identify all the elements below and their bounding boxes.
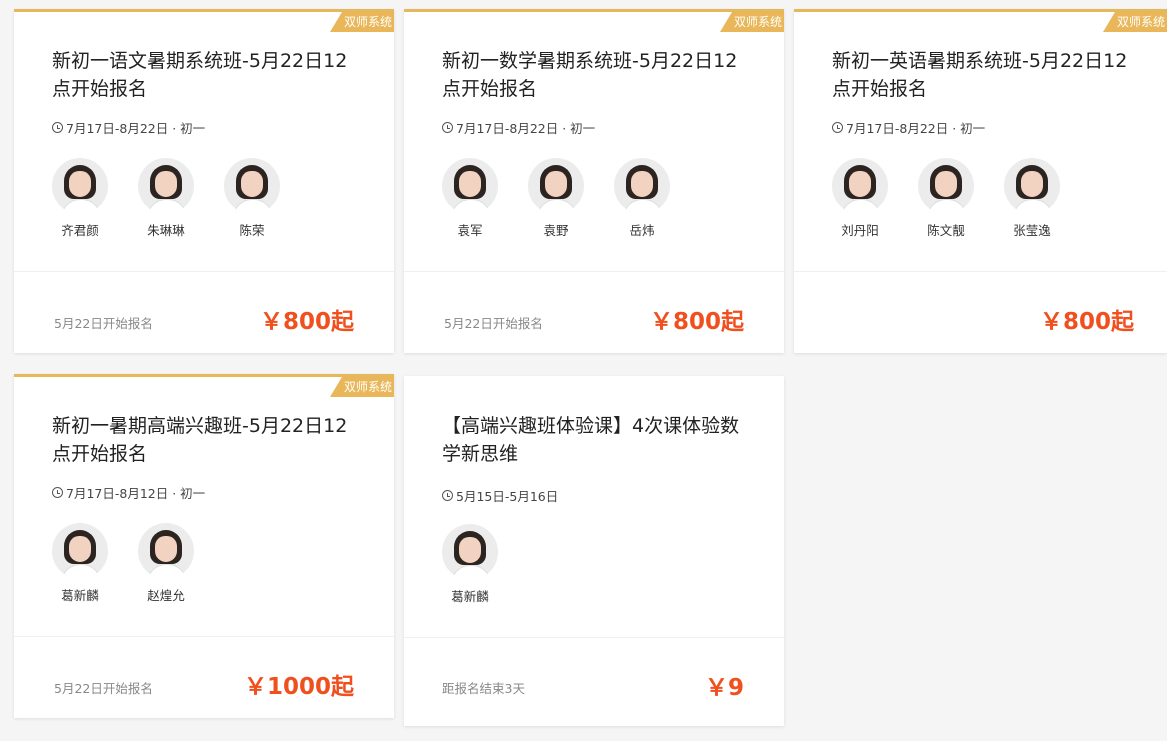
course-price: ￥800起 [1039,309,1134,335]
teacher-name: 袁军 [457,223,483,238]
card-divider [404,271,784,272]
course-date-grade: 7月17日-8月12日 · 初一 [66,486,206,501]
course-date-grade: 7月17日-8月22日 · 初一 [846,121,986,136]
clock-icon [52,487,63,498]
teacher[interactable]: 陈文靓 [918,158,974,239]
teacher-avatar [918,158,974,214]
teacher[interactable]: 朱琳琳 [138,158,194,239]
course-price: ￥800起 [649,309,744,335]
teacher-avatar [442,158,498,214]
teacher-name: 赵煌允 [147,588,185,603]
teacher-name: 朱琳琳 [147,223,185,238]
teacher-avatar [138,523,194,579]
card-divider [404,637,784,638]
course-date: 5月15日-5月16日 [456,489,559,504]
teacher[interactable]: 陈荣 [224,158,280,239]
course-price: ￥1000起 [243,674,354,700]
teacher-name: 刘丹阳 [841,223,879,238]
teacher-avatar [528,158,584,214]
teacher-name: 葛新麟 [61,588,99,603]
dual-teacher-badge: 双师系统 [1102,12,1167,32]
teacher[interactable]: 葛新麟 [442,524,498,605]
teacher-list: 刘丹阳 陈文靓 张莹逸 [832,158,1060,239]
clock-icon [442,122,453,133]
teacher-name: 齐君颜 [61,223,99,238]
course-card[interactable]: 双师系统 新初一暑期高端兴趣班-5月22日12点开始报名 7月17日-8月12日… [14,374,394,718]
clock-icon [442,490,453,501]
course-price: ￥9 [704,675,744,701]
course-title[interactable]: 新初一数学暑期系统班-5月22日12点开始报名 [442,47,742,103]
teacher[interactable]: 袁军 [442,158,498,239]
course-meta: 7月17日-8月22日 · 初一 [442,118,595,137]
teacher-name: 袁野 [543,223,569,238]
course-card[interactable]: 【高端兴趣班体验课】4次课体验数学新思维 5月15日-5月16日 葛新麟 距报名… [404,376,784,726]
clock-icon [832,122,843,133]
course-meta: 5月15日-5月16日 [442,486,558,505]
teacher-avatar [52,158,108,214]
course-title[interactable]: 新初一英语暑期系统班-5月22日12点开始报名 [832,47,1132,103]
course-card[interactable]: 双师系统 新初一语文暑期系统班-5月22日12点开始报名 7月17日-8月22日… [14,9,394,353]
clock-icon [52,122,63,133]
teacher[interactable]: 齐君颜 [52,158,108,239]
teacher-avatar [832,158,888,214]
teacher-list: 袁军 袁野 岳炜 [442,158,670,239]
course-price: ￥800起 [259,309,354,335]
teacher-name: 陈荣 [239,223,265,238]
enroll-status: 5月22日开始报名 [444,316,543,331]
teacher-avatar [138,158,194,214]
teacher[interactable]: 张莹逸 [1004,158,1060,239]
teacher-avatar [224,158,280,214]
course-title[interactable]: 新初一语文暑期系统班-5月22日12点开始报名 [52,47,352,103]
course-meta: 7月17日-8月22日 · 初一 [52,118,205,137]
teacher-list: 葛新麟 赵煌允 [52,523,194,604]
enroll-status: 5月22日开始报名 [54,316,153,331]
teacher-name: 陈文靓 [927,223,965,238]
course-title[interactable]: 【高端兴趣班体验课】4次课体验数学新思维 [442,412,742,468]
course-meta: 7月17日-8月12日 · 初一 [52,483,205,502]
course-card[interactable]: 双师系统 新初一英语暑期系统班-5月22日12点开始报名 7月17日-8月22日… [794,9,1167,353]
enroll-status: 5月22日开始报名 [54,681,153,696]
card-divider [794,271,1167,272]
course-date-grade: 7月17日-8月22日 · 初一 [66,121,206,136]
teacher[interactable]: 岳炜 [614,158,670,239]
teacher[interactable]: 赵煌允 [138,523,194,604]
teacher-avatar [1004,158,1060,214]
teacher-name: 张莹逸 [1013,223,1051,238]
course-title[interactable]: 新初一暑期高端兴趣班-5月22日12点开始报名 [52,412,352,468]
course-card[interactable]: 双师系统 新初一数学暑期系统班-5月22日12点开始报名 7月17日-8月22日… [404,9,784,353]
enroll-countdown: 距报名结束3天 [442,681,525,696]
teacher-avatar [614,158,670,214]
teacher-name: 岳炜 [629,223,655,238]
teacher-avatar [442,524,498,580]
dual-teacher-badge: 双师系统 [329,377,394,397]
dual-teacher-badge: 双师系统 [329,12,394,32]
teacher-avatar [52,523,108,579]
course-date-grade: 7月17日-8月22日 · 初一 [456,121,596,136]
card-divider [14,271,394,272]
teacher[interactable]: 刘丹阳 [832,158,888,239]
teacher-list: 齐君颜 朱琳琳 陈荣 [52,158,280,239]
teacher-list: 葛新麟 [442,524,498,605]
course-meta: 7月17日-8月22日 · 初一 [832,118,985,137]
teacher[interactable]: 葛新麟 [52,523,108,604]
teacher-name: 葛新麟 [451,589,489,604]
card-divider [14,636,394,637]
teacher[interactable]: 袁野 [528,158,584,239]
dual-teacher-badge: 双师系统 [719,12,784,32]
